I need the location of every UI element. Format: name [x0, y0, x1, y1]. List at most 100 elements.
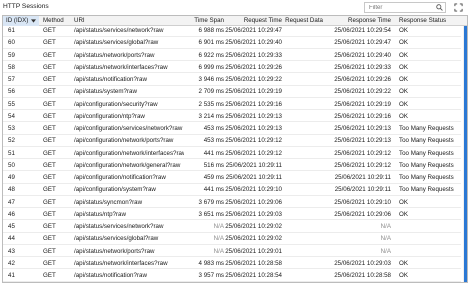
cell-uri: /api/status/notification?raw: [74, 272, 147, 279]
cell-id: 44: [8, 235, 15, 243]
cell-time-span: N/A: [213, 223, 224, 230]
cell-method: GET: [43, 76, 56, 83]
cell-request-time: 25/06/2021 10:29:11: [225, 174, 282, 181]
table-row[interactable]: 47 GET/api/status/syncmon?raw 3 679 ms 25/0…: [3, 198, 461, 208]
vertical-scrollbar[interactable]: [463, 26, 467, 282]
table-row[interactable]: 45 GET/api/status/services/network?raw N/A…: [3, 222, 461, 233]
cell-request-time: 25/06/2021 10:29:13: [225, 125, 282, 132]
cell-response-status: OK: [399, 27, 408, 34]
cell-request-time: 25/06/2021 10:29:02: [225, 223, 282, 230]
cell-response-time: N/A: [380, 223, 391, 230]
cell-method: GET: [43, 137, 56, 145]
cell-response-status: OK: [399, 76, 408, 83]
filter-input[interactable]: [365, 3, 433, 12]
cell-time-span: 441 ms: [203, 149, 224, 157]
cell-request-time: 25/06/2021 10:29:19: [225, 88, 282, 96]
cell-response-status: OK: [399, 112, 408, 120]
cell-method: GET: [43, 198, 56, 206]
cell-method: GET: [43, 149, 56, 157]
cell-uri: /api/configuration/network/general?raw: [74, 161, 181, 169]
cell-method: GET: [43, 210, 56, 218]
column-header-id[interactable]: ID (IDX): [3, 16, 39, 26]
cell-time-span: 3 651 ms: [198, 210, 224, 218]
cell-response-status: OK: [399, 39, 408, 47]
cell-method: GET: [43, 272, 56, 279]
cell-id: 54: [8, 112, 15, 120]
column-header-request-data[interactable]: Request Data: [278, 16, 323, 26]
cell-uri: /api/status/services/network?raw: [74, 27, 164, 34]
table-row[interactable]: 51 GET/api/configuration/network/interfac…: [3, 149, 461, 159]
column-header-request-time[interactable]: Request Time: [223, 16, 282, 26]
table-row[interactable]: 53 GET/api/configuration/services/network…: [3, 124, 461, 135]
column-header-uri[interactable]: URI: [74, 16, 104, 26]
table-row[interactable]: 55 GET/api/configuration/security?raw 2 53…: [3, 100, 461, 110]
filter-box[interactable]: [364, 2, 446, 13]
table-row[interactable]: 48 GET/api/configuration/system?raw 441 ms…: [3, 185, 461, 196]
cell-method: GET: [43, 88, 56, 96]
cell-method: GET: [43, 247, 56, 255]
table-row[interactable]: 60 GET/api/status/services/global?raw 6 90…: [3, 38, 461, 49]
cell-method: GET: [43, 174, 56, 181]
cell-response-status: Too Many Requests: [399, 161, 454, 169]
cell-response-status: Too Many Requests: [399, 125, 454, 132]
cell-time-span: 4 983 ms: [198, 259, 224, 267]
cell-request-time: 25/06/2021 10:28:54: [225, 272, 282, 279]
cell-request-time: 25/06/2021 10:29:12: [225, 149, 282, 157]
cell-time-span: 3 679 ms: [198, 198, 224, 206]
cell-id: 43: [8, 247, 15, 255]
cell-id: 59: [8, 51, 15, 59]
column-header-response-status[interactable]: Response Status: [399, 16, 461, 26]
table-row[interactable]: 41 GET/api/status/notification?raw 3 957 m…: [3, 271, 461, 282]
cell-id: 45: [8, 223, 15, 230]
http-sessions-grid: ID (IDX) Method URI Time Span Request Ti…: [2, 15, 468, 283]
table-row[interactable]: 44 GET/api/status/services/global?raw N/A 2…: [3, 234, 461, 245]
cell-method: GET: [43, 112, 56, 120]
cell-response-time: 25/06/2021 10:29:10: [334, 198, 391, 206]
table-row[interactable]: 43 GET/api/status/network/ports?raw N/A 25/…: [3, 247, 461, 257]
cell-request-time: 25/06/2021 10:29:22: [225, 76, 282, 83]
cell-response-time: 25/06/2021 10:29:11: [334, 174, 391, 181]
cell-method: GET: [43, 186, 56, 194]
cell-uri: /api/status/syncmon?raw: [74, 198, 143, 206]
table-row[interactable]: 49 GET/api/configuration/notification?raw…: [3, 173, 461, 184]
cell-response-status: OK: [399, 63, 408, 71]
cell-response-status: OK: [399, 198, 408, 206]
table-row[interactable]: 57 GET/api/status/notification?raw 3 946 m…: [3, 75, 461, 86]
cell-response-time: 25/06/2021 10:29:11: [334, 186, 391, 194]
cell-response-time: N/A: [380, 235, 391, 243]
cell-id: 42: [8, 259, 15, 267]
cell-request-time: 25/06/2021 10:29:03: [225, 210, 282, 218]
table-row[interactable]: 59 GET/api/status/network/ports?raw 6 922 …: [3, 51, 461, 61]
cell-uri: /api/configuration/security?raw: [74, 100, 158, 108]
table-row[interactable]: 50 GET/api/configuration/network/general?…: [3, 161, 461, 172]
column-header-method[interactable]: Method: [43, 16, 71, 26]
expand-icon[interactable]: [454, 3, 463, 12]
cell-request-time: 25/06/2021 10:29:40: [225, 39, 282, 47]
table-row[interactable]: 56 GET/api/status/system?raw 2 709 ms 25/06…: [3, 87, 461, 98]
cell-response-time: 25/06/2021 10:29:19: [334, 100, 391, 108]
cell-response-status: OK: [399, 272, 408, 279]
table-row[interactable]: 54 GET/api/configuration/ntp?raw 3 214 ms 2…: [3, 112, 461, 123]
table-row[interactable]: 42 GET/api/status/network/interfaces?raw 4…: [3, 259, 461, 270]
cell-request-time: 25/06/2021 10:29:01: [225, 247, 282, 255]
cell-response-status: Too Many Requests: [399, 186, 454, 194]
column-header-time-span[interactable]: Time Span: [179, 16, 224, 26]
scrollbar-thumb[interactable]: [464, 26, 467, 282]
search-icon[interactable]: [436, 4, 443, 11]
cell-time-span: 3 946 ms: [198, 76, 224, 83]
cell-id: 51: [8, 149, 15, 157]
cell-id: 52: [8, 137, 15, 145]
table-row[interactable]: 58 GET/api/status/network/interfaces?raw 6…: [3, 63, 461, 74]
table-row[interactable]: 52 GET/api/configuration/network/ports?ra…: [3, 136, 461, 147]
table-row[interactable]: 61 GET/api/status/services/network?raw 6 9…: [3, 26, 461, 37]
column-header-response-time[interactable]: Response Time: [326, 16, 391, 26]
cell-response-time: 25/06/2021 10:29:16: [334, 112, 391, 120]
cell-uri: /api/status/services/network?raw: [74, 223, 164, 230]
cell-response-status: Too Many Requests: [399, 149, 454, 157]
cell-time-span: 6 922 ms: [198, 51, 224, 59]
cell-response-time: 25/06/2021 10:29:13: [334, 125, 391, 132]
table-row[interactable]: 46 GET/api/status/ntp?raw 3 651 ms 25/06/20…: [3, 210, 461, 221]
cell-id: 58: [8, 63, 15, 71]
cell-response-time: 25/06/2021 10:29:13: [334, 137, 391, 145]
panel-header: HTTP Sessions: [0, 0, 474, 15]
